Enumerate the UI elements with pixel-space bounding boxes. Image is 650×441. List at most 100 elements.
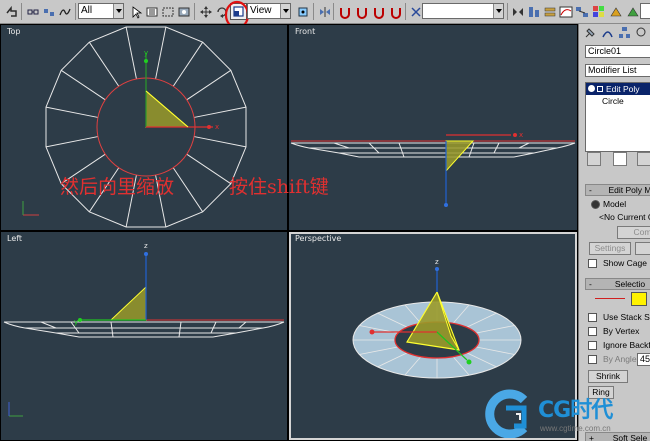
schematic-icon[interactable]: [573, 3, 590, 20]
modifier-stack-item-edit-poly[interactable]: Edit Poly: [586, 83, 650, 95]
gizmo-x-handle: [207, 125, 211, 129]
curve-editor-icon[interactable]: [557, 3, 574, 20]
use-stack-selection-checkbox[interactable]: [588, 313, 597, 322]
annotation-hold-shift: 按住shift键: [229, 176, 329, 198]
bind-space-warp-icon[interactable]: [56, 3, 73, 20]
reference-coord-value: View: [250, 5, 272, 16]
motion-tab-icon[interactable]: [633, 24, 649, 40]
make-unique-icon[interactable]: [637, 152, 650, 166]
pin-stack-icon[interactable]: [587, 152, 601, 166]
viewport-top[interactable]: y x Top: [1, 25, 287, 230]
selection-filter-dropdown[interactable]: All: [78, 3, 124, 19]
toolbar-separator: [75, 3, 76, 20]
toolbar-separator: [507, 3, 508, 20]
disc-spoke: [155, 26, 167, 80]
toolbar-separator: [194, 3, 195, 20]
material-editor-icon[interactable]: [590, 3, 607, 20]
rect-region-icon[interactable]: [159, 3, 176, 20]
element-mode-icon[interactable]: [631, 292, 647, 306]
axis-label-y: y: [74, 318, 78, 326]
modify-tab-icon[interactable]: [599, 24, 615, 40]
named-selection-dropdown[interactable]: [422, 3, 504, 19]
viewport-label-perspective[interactable]: Perspective: [295, 234, 341, 243]
main-toolbar: All View: [0, 0, 650, 30]
render-preset-dropdown[interactable]: [640, 3, 650, 19]
create-tab-icon[interactable]: [582, 24, 598, 40]
cancel-button[interactable]: [635, 242, 650, 255]
undo-icon[interactable]: [2, 3, 19, 20]
lightbulb-icon[interactable]: [588, 85, 595, 92]
show-cage-label: Show Cage: [603, 258, 647, 268]
modifier-stack: Edit Poly Circle: [585, 82, 650, 152]
unlink-icon[interactable]: [40, 3, 57, 20]
by-vertex-label: By Vertex: [603, 326, 640, 336]
viewport-front[interactable]: x Front: [289, 25, 577, 230]
viewport-label-left[interactable]: Left: [7, 234, 22, 243]
percent-snap-icon[interactable]: [370, 3, 387, 20]
model-radio-label: Model: [603, 199, 627, 209]
front-view-scene: x: [290, 131, 576, 207]
show-cage-checkbox[interactable]: [588, 259, 597, 268]
rollout-title: Edit Poly M: [608, 185, 650, 195]
link-icon[interactable]: [24, 3, 41, 20]
mirror-icon[interactable]: [316, 3, 333, 20]
selection-rollout[interactable]: - Selectio: [585, 278, 650, 290]
commit-button[interactable]: Commi: [617, 226, 650, 239]
shrink-button[interactable]: Shrink: [588, 370, 628, 383]
disc-spoke: [186, 153, 232, 185]
edit-poly-rollout[interactable]: - Edit Poly M: [585, 184, 650, 196]
hierarchy-tab-icon[interactable]: [616, 24, 632, 40]
axis-label-z: z: [144, 242, 148, 250]
by-angle-field[interactable]: 45: [637, 353, 650, 366]
viewport-perspective[interactable]: z Perspective: [289, 232, 577, 440]
snap-icon[interactable]: [336, 3, 353, 20]
settings-button[interactable]: Settings: [589, 242, 631, 255]
top-view-scene: y x: [22, 26, 247, 228]
ring-button[interactable]: Ring: [588, 386, 614, 399]
quick-render-icon[interactable]: [624, 3, 641, 20]
angle-snap-icon[interactable]: [353, 3, 370, 20]
expand-plus-icon[interactable]: [597, 86, 603, 92]
spinner-snap-icon[interactable]: [387, 3, 404, 20]
move-icon[interactable]: [197, 3, 214, 20]
annotation-scale-inward: 然后向里缩放: [60, 176, 175, 198]
left-view-scene: z y: [3, 242, 285, 417]
by-angle-checkbox[interactable]: [588, 355, 597, 364]
show-end-result-icon[interactable]: [613, 152, 627, 166]
render-setup-icon[interactable]: [607, 3, 624, 20]
axis-label-x: x: [519, 131, 523, 139]
soft-selection-rollout[interactable]: + Soft Sele: [585, 432, 650, 441]
window-crossing-icon[interactable]: [175, 3, 192, 20]
collapse-icon: -: [589, 185, 592, 195]
layer-manager-icon[interactable]: [541, 3, 558, 20]
selection-filter-value: All: [81, 5, 93, 16]
viewport-label-front[interactable]: Front: [295, 27, 315, 36]
object-name-field[interactable]: Circle01: [585, 45, 650, 58]
reference-coord-dropdown[interactable]: View: [247, 3, 291, 19]
modifier-list-dropdown[interactable]: Modifier List: [585, 64, 650, 77]
modifier-list-label: Modifier List: [588, 65, 637, 75]
mirror-tool-icon[interactable]: [509, 3, 526, 20]
select-by-name-icon[interactable]: [143, 3, 160, 20]
chevron-down-icon: [493, 4, 503, 18]
modifier-stack-item-circle[interactable]: Circle: [586, 95, 650, 107]
disc-spoke: [45, 136, 99, 148]
disc-spoke: [172, 41, 204, 87]
pivot-center-icon[interactable]: [294, 3, 311, 20]
modifier-stack-label: Edit Poly: [606, 84, 640, 94]
viewport-left[interactable]: z y Left: [1, 232, 287, 440]
by-vertex-checkbox[interactable]: [588, 327, 597, 336]
ignore-backfacing-checkbox[interactable]: [588, 341, 597, 350]
edge-mode-icon[interactable]: [595, 298, 625, 299]
no-current-label: <No Current O: [599, 212, 650, 222]
disc-spoke: [172, 167, 204, 213]
rollout-title: Selectio: [614, 279, 646, 289]
select-object-icon[interactable]: [127, 3, 144, 20]
model-radio[interactable]: [591, 200, 600, 209]
axis-label-x: x: [215, 123, 219, 131]
align-icon[interactable]: [525, 3, 542, 20]
disc-spoke: [88, 41, 120, 87]
command-panel: Circle01 Modifier List Edit Poly Circle …: [578, 24, 650, 441]
viewport-label-top[interactable]: Top: [7, 27, 21, 36]
rollout-title: Soft Sele: [612, 433, 648, 441]
